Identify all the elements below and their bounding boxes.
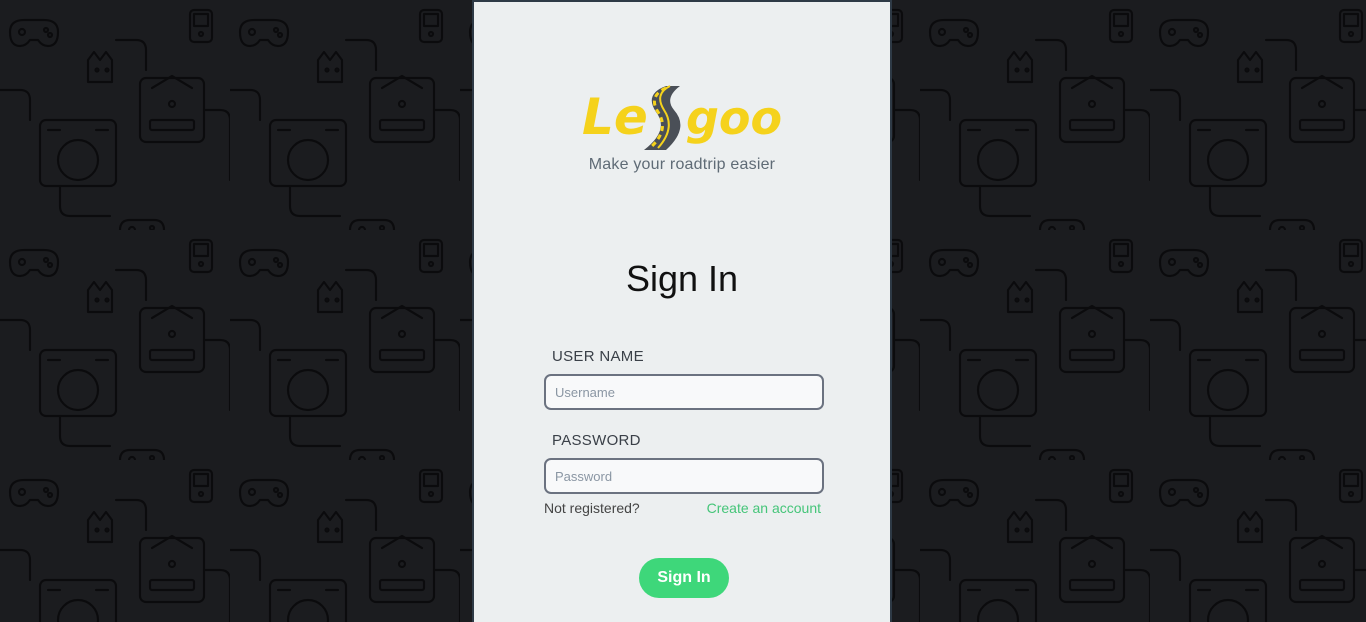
username-input[interactable] [544, 374, 824, 410]
logo-text-right: goo [686, 91, 782, 145]
not-registered-text: Not registered? [544, 500, 640, 516]
logo-text-left: Le [582, 88, 648, 146]
page-title: Sign In [625, 258, 739, 299]
signin-button[interactable]: Sign In [639, 558, 729, 598]
signin-card: Le goo Make your roadtrip easier Sign In… [472, 0, 892, 622]
username-label: USER NAME [552, 348, 644, 365]
password-input[interactable] [544, 458, 824, 494]
password-label: PASSWORD [552, 432, 641, 449]
lesgoo-logo: Le goo [582, 85, 782, 150]
create-account-link[interactable]: Create an account [707, 500, 821, 516]
tagline: Make your roadtrip easier [588, 156, 776, 173]
